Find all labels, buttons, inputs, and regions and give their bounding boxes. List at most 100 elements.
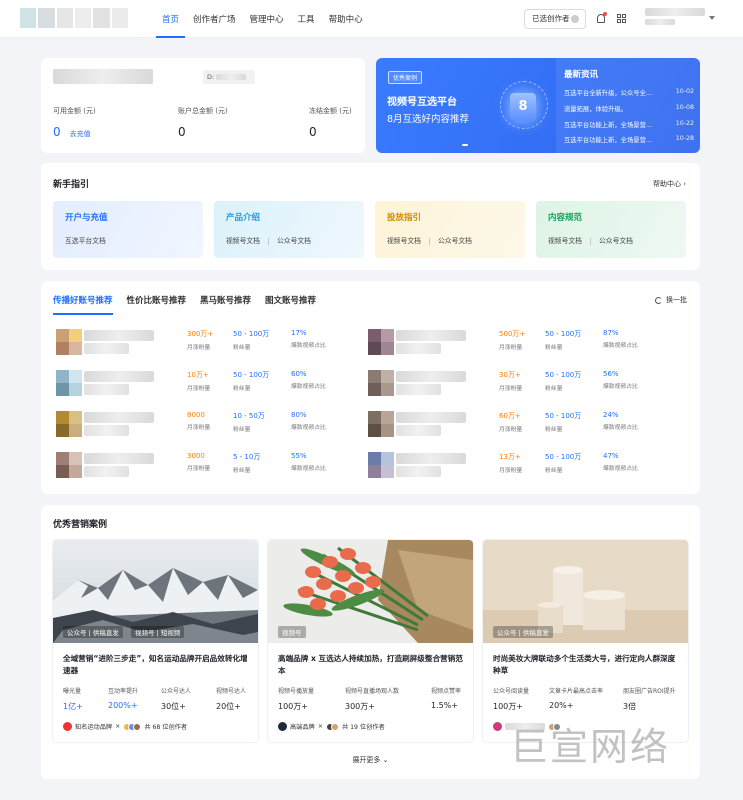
brand-logo-icon xyxy=(63,722,72,731)
account-metric: 24% 爆款视频占比 xyxy=(603,411,638,431)
nav-tools[interactable]: 工具 xyxy=(292,0,321,38)
guide-card-title: 开户与充值 xyxy=(65,213,108,223)
account-desc-blurred xyxy=(396,384,441,395)
guide-card-rules[interactable]: 内容规范 视频号文档 公众号文档 xyxy=(536,201,686,258)
metric-value: 500万+ xyxy=(499,330,526,338)
account-metric: 5 - 10万 粉丝量 xyxy=(233,452,260,474)
case-stat: 视频号达人 20位+ xyxy=(216,688,247,711)
creator-avatars xyxy=(123,722,142,731)
guide-doc-link[interactable]: 公众号文档 xyxy=(277,237,311,245)
guide-card-delivery[interactable]: 投放指引 视频号文档 公众号文档 xyxy=(375,201,525,258)
guide-doc-link[interactable]: 视频号文档 xyxy=(387,237,421,245)
guide-doc-link[interactable]: 互选平台文档 xyxy=(65,237,106,245)
news-date: 10-28 xyxy=(675,135,694,142)
account-row[interactable]: 300万+ 月涨粉量 50 - 100万 粉丝量 17% 爆款视频占比 xyxy=(56,329,356,359)
case-stat: 曝光量 1亿+ xyxy=(63,688,83,711)
banner-subtitle: 8月互选好内容推荐 xyxy=(387,114,470,125)
metric-label: 粉丝量 xyxy=(233,427,251,433)
case-footer: 高端品牌 × 共 19 位创作者 xyxy=(278,722,385,731)
account-desc-blurred xyxy=(84,466,129,477)
metric-value: 30万+ xyxy=(499,371,521,379)
account-metric: 55% 爆款视频占比 xyxy=(291,452,326,472)
selected-creator-button[interactable]: 已选创作者 xyxy=(524,9,586,29)
case-card[interactable]: 公众号 | 供稿直发 视频号 | 短视频 全域营销“进阶三步走”，知名运动品牌开… xyxy=(53,540,258,742)
calendar-day: 8 xyxy=(510,93,536,121)
metric-value: 13万+ xyxy=(499,453,521,461)
account-row[interactable]: 30万+ 月涨粉量 50 - 100万 粉丝量 56% 爆款视频占比 xyxy=(368,370,668,400)
metric-label: 月涨粉量 xyxy=(499,468,523,474)
news-item[interactable]: 互选平台功能上新，全场景营... 10-28 xyxy=(564,135,694,144)
tab-value[interactable]: 性价比账号推荐 xyxy=(127,294,187,315)
help-center-link[interactable]: 帮助中心 › xyxy=(653,179,686,189)
news-item[interactable]: 流量拓展，体验升级。 10-08 xyxy=(564,104,694,113)
case-tag: 公众号 | 供稿直发 xyxy=(493,626,553,638)
nav-management[interactable]: 管理中心 xyxy=(244,0,290,38)
creator-avatars xyxy=(325,722,339,731)
account-row[interactable]: 13万+ 月涨粉量 50 - 100万 粉丝量 47% 爆款视频占比 xyxy=(368,452,668,482)
nav-help[interactable]: 帮助中心 xyxy=(323,0,369,38)
app-logo[interactable] xyxy=(20,8,128,28)
account-row[interactable]: 8000 月涨粉量 10 - 50万 粉丝量 80% 爆款视频占比 xyxy=(56,411,356,441)
refresh-label: 换一批 xyxy=(666,296,687,304)
metric-label: 爆款视频占比 xyxy=(291,343,326,349)
account-avatar xyxy=(56,370,82,396)
account-row[interactable]: 500万+ 月涨粉量 50 - 100万 粉丝量 87% 爆款视频占比 xyxy=(368,329,668,359)
recharge-link[interactable]: 去充值 xyxy=(70,130,91,138)
guide-doc-link[interactable]: 视频号文档 xyxy=(226,237,260,245)
metric-value: 50 - 100万 xyxy=(545,412,582,420)
metric-label: 月涨粉量 xyxy=(187,345,211,351)
guide-doc-link[interactable]: 视频号文档 xyxy=(548,237,582,245)
guide-card-product[interactable]: 产品介绍 视频号文档 公众号文档 xyxy=(214,201,364,258)
creator-count: 共 19 位创作者 xyxy=(341,724,385,731)
carousel-indicator[interactable] xyxy=(462,144,468,146)
account-metric: 50 - 100万 粉丝量 xyxy=(233,329,269,351)
account-row[interactable]: 60万+ 月涨粉量 50 - 100万 粉丝量 24% 爆款视频占比 xyxy=(368,411,668,441)
tab-dark-horse[interactable]: 黑马账号推荐 xyxy=(200,294,251,315)
case-card[interactable]: 视频号 高端品牌 x 互选达人持续加热，打造刷屏级整合营销范本 视频号播放量 10… xyxy=(268,540,473,742)
balance-value: 0 xyxy=(53,125,61,139)
account-row[interactable]: 3000 月涨粉量 5 - 10万 粉丝量 55% 爆款视频占比 xyxy=(56,452,356,482)
case-tag: 视频号 xyxy=(278,626,306,638)
tab-spread[interactable]: 传播好账号推荐 xyxy=(53,294,113,315)
bell-icon[interactable] xyxy=(597,12,607,23)
account-desc-blurred xyxy=(396,466,441,477)
guide-card-account[interactable]: 开户与充值 互选平台文档 xyxy=(53,201,203,258)
apps-grid-icon[interactable] xyxy=(617,14,626,23)
creator-count: 共 68 位创作者 xyxy=(144,724,188,731)
user-menu[interactable] xyxy=(645,8,705,28)
metric-value: 3000 xyxy=(187,452,205,460)
metric-label: 粉丝量 xyxy=(545,345,563,351)
metric-label: 月涨粉量 xyxy=(187,386,211,392)
nav-creator-square[interactable]: 创作者广场 xyxy=(187,0,242,38)
case-title: 时尚美妆大牌联动多个生活类大号，进行定向人群深度种草 xyxy=(493,654,676,675)
guide-doc-link[interactable]: 公众号文档 xyxy=(599,237,633,245)
guide-card-title: 内容规范 xyxy=(548,213,583,223)
chevron-down-icon[interactable] xyxy=(709,16,715,20)
case-card[interactable]: 公众号 | 供稿直发 时尚美妆大牌联动多个生活类大号，进行定向人群深度种草 公众… xyxy=(483,540,688,742)
news-item[interactable]: 互选平台全新升级，公众号全... 10-02 xyxy=(564,88,694,97)
account-desc-blurred xyxy=(396,425,441,436)
account-row[interactable]: 10万+ 月涨粉量 50 - 100万 粉丝量 60% 爆款视频占比 xyxy=(56,370,356,400)
metric-label: 粉丝量 xyxy=(545,427,563,433)
balance-label: 冻结金额 (元) xyxy=(309,107,352,115)
promo-banner[interactable]: 优秀案例 视频号互选平台 8月互选好内容推荐 8 最新资讯 互选平台全新升级，公… xyxy=(376,58,700,153)
nav-home[interactable]: 首页 xyxy=(156,0,186,38)
tab-article[interactable]: 图文账号推荐 xyxy=(265,294,316,315)
metric-label: 月涨粉量 xyxy=(187,466,211,472)
close-icon[interactable] xyxy=(571,15,579,23)
balance-frozen: 冻结金额 (元) 0 xyxy=(309,106,352,139)
chevron-down-icon: ⌄ xyxy=(382,756,389,764)
news-item[interactable]: 互选平台功能上新，全场景营... 10-22 xyxy=(564,120,694,129)
metric-value: 10万+ xyxy=(187,371,209,379)
balance-label: 可用金额 (元) xyxy=(53,107,96,115)
account-id: D: xyxy=(203,70,255,84)
account-name-blurred xyxy=(396,330,466,341)
case-stat: 视频号播放量 100万+ xyxy=(278,688,315,711)
metric-label: 月涨粉量 xyxy=(499,386,523,392)
banner-title: 视频号互选平台 xyxy=(387,97,457,108)
account-metric: 8000 月涨粉量 xyxy=(187,411,210,431)
refresh-button[interactable]: 换一批 xyxy=(655,295,687,305)
metric-value: 56% xyxy=(603,370,619,378)
account-metric: 60万+ 月涨粉量 xyxy=(499,411,522,433)
guide-doc-link[interactable]: 公众号文档 xyxy=(438,237,472,245)
